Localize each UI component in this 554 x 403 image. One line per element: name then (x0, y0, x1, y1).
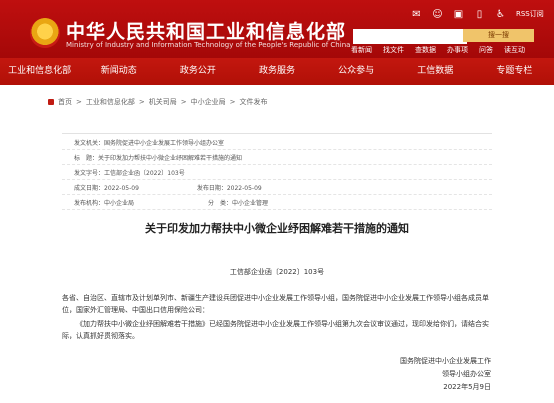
nav-item-gov-open[interactable]: 政务公开 (158, 58, 237, 85)
quick-link-files[interactable]: 找文件 (383, 45, 404, 55)
meta-docnum: 发文字号：工信部企业函〔2022〕103号 (74, 170, 185, 177)
signature-date: 2022年5月9日 (443, 383, 491, 391)
document-title: 关于印发加力帮扶中小微企业纾困解难若干措施的通知 (145, 222, 409, 235)
meta-publisher: 发布机构：中小企业局 分 类：中小企业管理 (74, 200, 268, 207)
quick-link-interact[interactable]: 读互动 (504, 45, 525, 55)
document-number: 工信部企业函〔2022〕103号 (229, 268, 325, 276)
breadcrumb: 首页 > 工业和信息化部 > 机关司局 > 中小企业局 > 文件发布 (48, 97, 268, 107)
header-tools: ✉ ☺ ▣ ▯ ♿ RSS订阅 (411, 9, 544, 20)
signature-office: 领导小组办公室 (442, 370, 491, 378)
search-input[interactable] (353, 29, 467, 44)
quick-link-services[interactable]: 办事项 (447, 45, 468, 55)
document-paragraph-1: 各省、自治区、直辖市及计划单列市、新疆生产建设兵团促进中小企业发展工作领导小组，… (62, 294, 489, 314)
breadcrumb-miit[interactable]: 工业和信息化部 (86, 97, 135, 107)
quick-link-news[interactable]: 看新闻 (351, 45, 372, 55)
meta-issuer: 发文机关：国务院促进中小企业发展工作领导小组办公室 (74, 140, 225, 147)
breadcrumb-sme-bureau[interactable]: 中小企业局 (191, 97, 226, 107)
main-nav: 工业和信息化部 新闻动态 政务公开 政务服务 公众参与 工信数据 专题专栏 (0, 58, 554, 85)
mobile-icon[interactable]: ▯ (474, 9, 485, 20)
app-icon[interactable]: ▣ (453, 9, 464, 20)
site-title[interactable]: 中华人民共和国工业和信息化部 (66, 17, 346, 44)
quick-link-data[interactable]: 查数据 (415, 45, 436, 55)
nav-item-news[interactable]: 新闻动态 (79, 58, 158, 85)
site-header: 中华人民共和国工业和信息化部 Ministry of Industry and … (0, 0, 554, 58)
meta-title: 标 题：关于印发加力帮扶中小微企业纾困解难若干措施的通知 (74, 155, 243, 162)
weibo-icon[interactable]: ✉ (411, 9, 422, 20)
accessibility-icon[interactable]: ♿ (495, 9, 506, 20)
breadcrumb-departments[interactable]: 机关司局 (149, 97, 177, 107)
quick-link-qa[interactable]: 问答 (479, 45, 493, 55)
nav-item-data[interactable]: 工信数据 (396, 58, 475, 85)
nav-item-miit[interactable]: 工业和信息化部 (0, 58, 79, 85)
site-subtitle: Ministry of Industry and Information Tec… (66, 41, 351, 49)
wechat-icon[interactable]: ☺ (432, 9, 443, 20)
nav-item-gov-service[interactable]: 政务服务 (237, 58, 316, 85)
breadcrumb-docs[interactable]: 文件发布 (240, 97, 268, 107)
signature-org: 国务院促进中小企业发展工作 (400, 357, 491, 365)
national-emblem-icon (30, 18, 60, 48)
breadcrumb-home[interactable]: 首页 (58, 97, 72, 107)
nav-item-public[interactable]: 公众参与 (317, 58, 396, 85)
nav-item-topics[interactable]: 专题专栏 (475, 58, 554, 85)
document-paragraph-2: 《加力帮扶中小微企业纾困解难若干措施》已经国务院促进中小企业发展工作领导小组第九… (62, 320, 489, 340)
rss-link[interactable]: RSS订阅 (516, 9, 544, 20)
search-button[interactable]: 搜一搜 (463, 29, 534, 42)
home-icon (48, 99, 54, 105)
meta-dates: 成文日期：2022-05-09 发布日期：2022-05-09 (74, 185, 262, 192)
quick-links: 看新闻 找文件 查数据 办事项 问答 读互动 (351, 45, 525, 55)
